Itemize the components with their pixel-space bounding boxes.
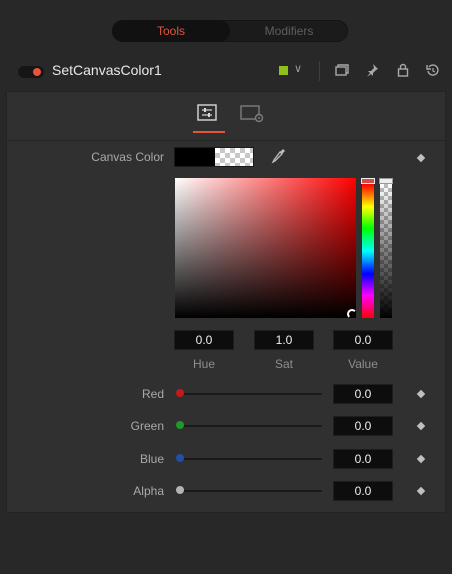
alpha-slider-knob[interactable]: [176, 486, 184, 494]
active-tab-indicator: [193, 131, 225, 133]
value-label: Value: [348, 357, 378, 371]
green-input[interactable]: 0.0: [333, 416, 393, 436]
sat-input[interactable]: 1.0: [254, 330, 314, 350]
tab-tools[interactable]: Tools: [112, 20, 230, 42]
panel-tabs-divider: [7, 140, 445, 141]
node-color-swatch[interactable]: [279, 66, 288, 75]
red-slider-knob[interactable]: [176, 389, 184, 397]
tab-modifiers[interactable]: Modifiers: [230, 20, 348, 42]
canvas-color-solid: [175, 148, 215, 166]
blue-label: Blue: [139, 452, 164, 466]
alpha-slider-handle[interactable]: [379, 178, 393, 184]
hue-slider-handle[interactable]: [361, 178, 375, 184]
green-label: Green: [130, 419, 164, 433]
blue-input[interactable]: 0.0: [333, 449, 393, 469]
green-slider-knob[interactable]: [176, 421, 184, 429]
value-input[interactable]: 0.0: [333, 330, 393, 350]
alpha-input[interactable]: 0.0: [333, 481, 393, 501]
blue-slider-track[interactable]: [180, 458, 322, 460]
enabled-dot-icon: [33, 68, 41, 76]
reset-icon[interactable]: [424, 60, 442, 80]
green-slider-track[interactable]: [180, 425, 322, 427]
canvas-color-label: Canvas Color: [91, 150, 164, 164]
field-cursor-handle[interactable]: [347, 309, 357, 319]
hue-slider[interactable]: [362, 184, 374, 318]
red-input[interactable]: 0.0: [333, 384, 393, 404]
tools-modifiers-switch: Tools Modifiers: [112, 20, 348, 42]
node-enable-toggle[interactable]: [18, 66, 44, 78]
lock-icon[interactable]: [394, 60, 412, 80]
red-slider-track[interactable]: [180, 393, 322, 395]
hue-label: Hue: [192, 357, 215, 371]
canvas-color-swatch[interactable]: [174, 147, 254, 167]
blue-slider-knob[interactable]: [176, 454, 184, 462]
saturation-value-field[interactable]: [175, 178, 356, 318]
controls-tab-icon[interactable]: [196, 103, 220, 123]
alpha-slider[interactable]: [380, 184, 392, 318]
restore-window-icon[interactable]: [333, 60, 351, 80]
chevron-down-icon[interactable]: ∨: [294, 62, 302, 75]
red-label: Red: [141, 387, 164, 401]
canvas-color-transparency: [215, 148, 253, 166]
sat-label: Sat: [274, 357, 293, 371]
pin-icon[interactable]: [363, 60, 381, 80]
header-divider: [319, 61, 320, 81]
node-name[interactable]: SetCanvasColor1: [52, 62, 162, 78]
alpha-slider-track[interactable]: [180, 490, 322, 492]
hue-input[interactable]: 0.0: [174, 330, 234, 350]
alpha-label: Alpha: [133, 484, 164, 498]
eyedropper-icon[interactable]: [270, 146, 288, 166]
settings-tab-icon[interactable]: [239, 103, 267, 123]
